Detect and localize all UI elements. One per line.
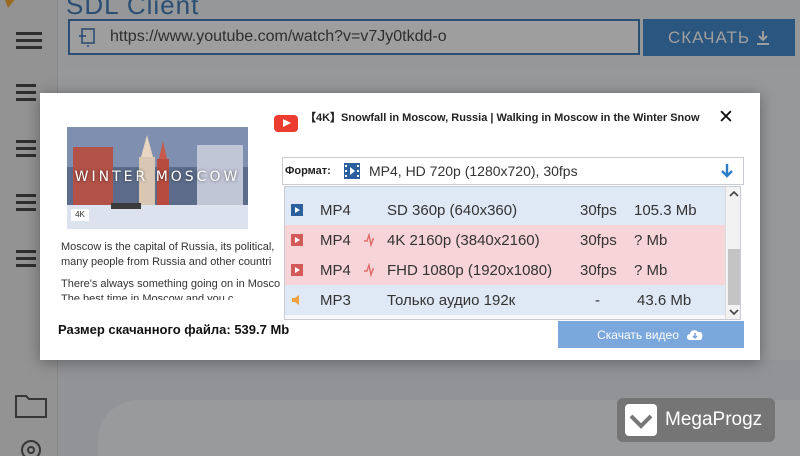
format-label: Формат:: [285, 165, 331, 177]
description-line: many people from Russia and other countr…: [61, 256, 272, 268]
list-item-partial[interactable]: [285, 187, 725, 195]
audio-speaker-icon: [292, 295, 299, 305]
format-select[interactable]: Формат: MP4, HD 720p (1280x720), 30fps: [282, 157, 744, 185]
format-type: MP4: [320, 261, 351, 279]
format-value: MP4, HD 720p (1280x720), 30fps: [369, 163, 578, 179]
download-video-label: Скачать видео: [597, 327, 679, 342]
watermark-text: MegaProgz: [665, 409, 763, 430]
video-description: Moscow is the capital of Russia, its pol…: [61, 240, 309, 300]
description-line: The best time in Moscow and you c: [61, 293, 234, 300]
format-type: MP4: [320, 201, 351, 219]
format-size: ? Mb: [634, 261, 668, 279]
scroll-down-icon[interactable]: [728, 306, 740, 318]
scrollbar[interactable]: [725, 187, 740, 319]
format-resolution: SD 360p (640x360): [387, 201, 518, 219]
file-size-label: Размер скачанного файла: 539.7 Mb: [58, 322, 290, 337]
video-title: 【4K】Snowfall in Moscow, Russia | Walking…: [305, 112, 700, 124]
format-resolution: FHD 1080p (1920x1080): [387, 261, 553, 279]
format-resolution: 4K 2160p (3840x2160): [387, 231, 540, 249]
scroll-up-icon[interactable]: [728, 188, 740, 200]
format-option-360p[interactable]: MP4 SD 360p (640x360) 30fps 105.3 Mb: [285, 195, 725, 225]
format-size: ? Mb: [634, 231, 668, 249]
video-file-icon: [344, 163, 360, 179]
format-size: 105.3 Mb: [634, 201, 697, 219]
format-size: 43.6 Mb: [637, 291, 692, 309]
video-file-icon: [291, 204, 303, 216]
video-thumbnail: WINTER MOSCOW 4K: [67, 127, 248, 229]
watermark-logo-icon: [625, 404, 657, 436]
scrollbar-thumb[interactable]: [728, 249, 740, 305]
thumbnail-caption: WINTER MOSCOW: [74, 169, 241, 185]
description-line: There's always something going on in Mos…: [61, 278, 281, 290]
quality-badge: 4K: [71, 209, 89, 221]
format-type: MP4: [320, 231, 351, 249]
format-fps: 30fps: [580, 201, 617, 219]
format-type: MP3: [320, 291, 351, 309]
format-fps: -: [595, 291, 600, 309]
video-file-hd-icon: [291, 234, 303, 246]
format-fps: 30fps: [580, 231, 617, 249]
download-video-button[interactable]: Скачать видео: [558, 321, 744, 348]
format-option-2160p[interactable]: MP4 4K 2160p (3840x2160) 30fps ? Mb: [285, 225, 725, 255]
format-list[interactable]: MP4 SD 360p (640x360) 30fps 105.3 Mb MP4…: [284, 186, 741, 320]
format-option-1080p[interactable]: MP4 FHD 1080p (1920x1080) 30fps ? Mb: [285, 255, 725, 285]
cloud-download-icon: [686, 329, 703, 340]
format-resolution: Только аудио 192к: [387, 291, 516, 309]
format-fps: 30fps: [580, 261, 617, 279]
video-file-hd-icon: [291, 264, 303, 276]
youtube-icon: [274, 115, 298, 132]
dropdown-arrow-icon[interactable]: [717, 161, 737, 181]
format-dialog: WINTER MOSCOW 4K Moscow is the capital o…: [40, 93, 760, 360]
watermark: MegaProgz: [617, 398, 775, 442]
description-line: Moscow is the capital of Russia, its pol…: [61, 241, 275, 253]
close-button[interactable]: ✕: [715, 107, 737, 129]
hd-spark-icon: [364, 263, 374, 277]
hd-spark-icon: [364, 233, 374, 247]
format-option-mp3[interactable]: MP3 Только аудио 192к - 43.6 Mb: [285, 285, 725, 315]
